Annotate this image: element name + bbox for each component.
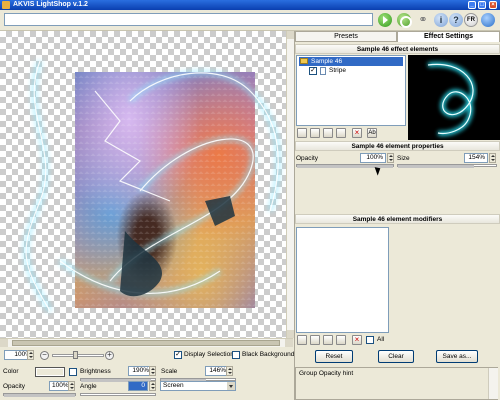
display-selection-label: Display Selection (184, 351, 234, 358)
element-size-slider-fill (398, 165, 474, 168)
elements-header: Sample 46 effect elements (295, 44, 500, 54)
zoom-in-button[interactable]: + (105, 351, 114, 360)
delete-modifier-button[interactable]: × (352, 335, 362, 345)
opacity-label: Opacity (3, 383, 26, 390)
zoom-slider[interactable] (52, 354, 104, 357)
zoom-spinner[interactable] (27, 350, 34, 360)
run-icon[interactable] (378, 13, 392, 27)
tree-node-sample-46[interactable]: Sample 46 (299, 57, 403, 66)
zoom-slider-thumb[interactable] (73, 351, 78, 359)
clear-button[interactable]: Clear (378, 350, 414, 363)
opacity-slider-fill (4, 394, 75, 397)
blend-mode-value: Screen (163, 382, 184, 389)
new-element-button[interactable] (297, 128, 307, 138)
hint-text: Group Opacity hint (299, 370, 354, 377)
about-icon[interactable]: i (434, 13, 448, 27)
element-size-input[interactable]: 154% (464, 153, 488, 163)
open-element-button[interactable] (310, 128, 320, 138)
elements-tree[interactable]: Sample 46 ✓ Stripe (296, 55, 406, 126)
window-title: AKVIS LightShop v.1.2 (13, 1, 88, 8)
angle-label: Angle (80, 383, 97, 390)
close-button[interactable]: × (489, 1, 497, 9)
effect-preview (408, 55, 500, 140)
modifiers-settings-area (391, 227, 500, 333)
brightness-label: Brightness (80, 368, 111, 375)
element-opacity-label: Opacity (296, 155, 319, 162)
modifiers-list[interactable] (296, 227, 389, 333)
scale-label: Scale (161, 368, 178, 375)
progress-bar (4, 13, 373, 26)
source-image (75, 72, 255, 308)
black-background-checkbox[interactable] (232, 351, 240, 359)
zoom-out-button[interactable]: − (40, 351, 49, 360)
copy-modifier-button[interactable] (336, 335, 346, 345)
brightness-spinner[interactable] (149, 366, 156, 376)
color-swatch[interactable] (35, 367, 65, 377)
tree-node-stripe[interactable]: Stripe (329, 66, 346, 75)
opacity-spinner[interactable] (68, 381, 75, 391)
scroll-left-arrow[interactable] (0, 339, 8, 347)
folder-icon (300, 58, 308, 64)
display-selection-checkbox[interactable]: ✓ (174, 351, 182, 359)
element-size-spinner[interactable] (489, 153, 496, 163)
all-modifiers-label: All (377, 336, 385, 343)
properties-header: Sample 46 element properties (295, 141, 500, 151)
chevron-down-icon (227, 382, 235, 390)
rename-element-button[interactable]: Ab (367, 128, 377, 138)
color-label: Color (3, 368, 19, 375)
help-icon[interactable]: ? (449, 13, 463, 27)
app-icon (2, 1, 10, 9)
delete-element-button[interactable]: × (352, 128, 362, 138)
canvas-vertical-scrollbar[interactable] (286, 31, 295, 338)
element-opacity-spinner[interactable] (387, 153, 394, 163)
minimize-button[interactable]: _ (468, 1, 476, 9)
scale-spinner[interactable] (226, 366, 233, 376)
title-bar: AKVIS LightShop v.1.2 _ □ × (0, 0, 500, 10)
hint-box: Group Opacity hint (295, 367, 498, 400)
new-modifier-button[interactable] (297, 335, 307, 345)
modifiers-header: Sample 46 element modifiers (295, 214, 500, 224)
element-size-label: Size (397, 155, 410, 162)
reset-button[interactable]: Reset (315, 350, 353, 363)
angle-input[interactable]: 0 (128, 381, 148, 391)
element-opacity-input[interactable]: 100% (360, 153, 386, 163)
save-modifier-button[interactable] (323, 335, 333, 345)
blend-mode-dropdown[interactable]: Screen (160, 381, 236, 391)
open-modifier-button[interactable] (310, 335, 320, 345)
hint-scrollbar[interactable] (488, 368, 498, 399)
angle-slider[interactable] (80, 393, 156, 396)
tab-presets[interactable]: Presets (295, 31, 397, 42)
copy-element-button[interactable] (336, 128, 346, 138)
language-icon[interactable]: FR (464, 13, 478, 27)
all-modifiers-checkbox[interactable] (366, 336, 374, 344)
globe-icon[interactable] (481, 13, 495, 27)
stripe-visibility-checkbox[interactable]: ✓ (309, 67, 317, 75)
swirl-preview-svg (427, 61, 476, 136)
brightness-checkbox[interactable] (69, 368, 77, 376)
properties-area (295, 170, 500, 211)
element-icon (320, 67, 326, 75)
settings-icon[interactable] (397, 13, 412, 28)
scroll-right-arrow[interactable] (285, 339, 293, 347)
save-element-button[interactable] (323, 128, 333, 138)
angle-spinner[interactable] (149, 381, 156, 391)
canvas-horizontal-scrollbar[interactable] (0, 338, 293, 347)
save-as-button[interactable]: Save as... (436, 350, 478, 363)
maximize-button[interactable]: □ (478, 1, 486, 9)
scroll-thumb[interactable] (12, 340, 280, 346)
tab-effect-settings[interactable]: Effect Settings (397, 31, 500, 42)
black-background-label: Black Background (242, 351, 295, 358)
link-icon[interactable]: ⚭ (416, 13, 430, 27)
